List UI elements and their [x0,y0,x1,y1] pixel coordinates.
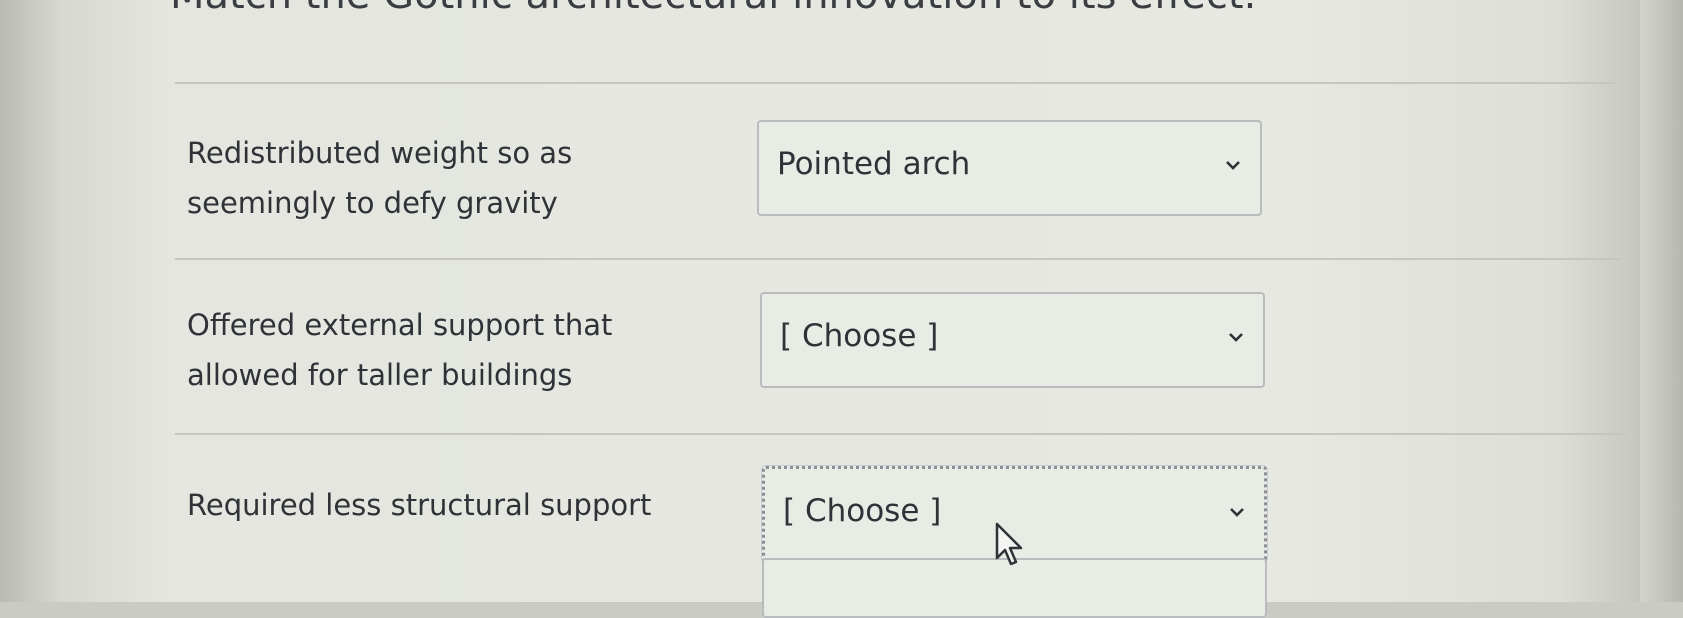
screen-edge [1640,0,1683,602]
dropdown-selected-value: Pointed arch [777,146,971,182]
chevron-down-icon [1229,330,1243,344]
match-item-label-2: Offered external support that allowed fo… [187,308,613,392]
mouse-pointer-icon [995,522,1025,568]
match-dropdown-1[interactable]: Pointed arch [757,120,1262,216]
divider [175,433,1625,435]
divider [175,258,1620,260]
match-item-label-1: Redistributed weight so as seemingly to … [187,136,573,220]
chevron-down-icon [1230,505,1244,519]
divider [175,82,1615,84]
question-prompt: Match the Gothic architectural innovatio… [170,0,1256,18]
dropdown-selected-value: [ Choose ] [780,318,939,354]
chevron-down-icon [1226,158,1240,172]
dropdown-selected-value: [ Choose ] [783,493,942,529]
match-dropdown-2[interactable]: [ Choose ] [760,292,1265,388]
page: Match the Gothic architectural innovatio… [0,0,1683,618]
match-item-label-3: Required less structural support [187,488,652,522]
